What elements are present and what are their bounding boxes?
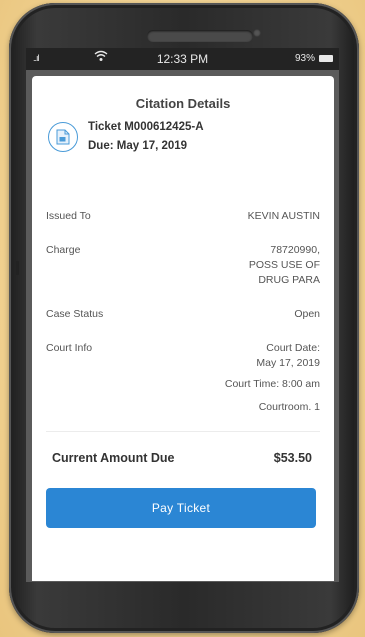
battery-percent: 93%	[294, 53, 315, 64]
case-status-value: Open	[294, 308, 320, 320]
phone-screen: ..ıl 12:33 PM 93% Citation Details Ticke…	[26, 48, 339, 582]
phone-speaker	[147, 30, 253, 42]
due-date: Due: May 17, 2019	[88, 140, 188, 152]
pay-ticket-label: Pay Ticket	[151, 501, 211, 515]
charge-label: Charge	[46, 244, 81, 256]
status-time: 12:33 PM	[156, 52, 209, 66]
court-info-label: Court Info	[46, 342, 93, 354]
status-bar: ..ıl 12:33 PM 93%	[26, 48, 339, 70]
courtroom-value: Courtroom. 1	[258, 401, 320, 413]
issued-to-label: Issued To	[46, 210, 91, 222]
court-date-value: Court Date: May 17, 2019	[256, 341, 320, 371]
court-date: May 17, 2019	[256, 357, 320, 369]
citation-details-card: Citation Details Ticket M000612425-A Due…	[32, 76, 334, 581]
amount-due-label: Current Amount Due	[52, 451, 175, 465]
case-status-label: Case Status	[46, 308, 104, 320]
amount-due-value: $53.50	[273, 451, 312, 465]
ticket-number: Ticket M000612425-A	[88, 121, 204, 133]
page-title: Citation Details	[135, 96, 231, 111]
phone-side-button	[16, 261, 19, 275]
charge-line: 78720990,	[270, 244, 320, 256]
charge-line: DRUG PARA	[258, 274, 320, 286]
court-time-value: Court Time: 8:00 am	[224, 378, 320, 390]
document-icon	[48, 122, 78, 152]
issued-to-value: KEVIN AUSTIN	[247, 210, 320, 222]
charge-value: 78720990, POSS USE OF DRUG PARA	[249, 243, 320, 288]
battery-icon	[319, 55, 333, 62]
phone-chin	[26, 582, 339, 612]
divider	[46, 431, 320, 432]
pay-ticket-button[interactable]: Pay Ticket	[46, 488, 316, 528]
charge-line: POSS USE OF	[248, 259, 320, 271]
court-date-label: Court Date:	[266, 342, 320, 354]
phone-camera	[253, 29, 261, 37]
